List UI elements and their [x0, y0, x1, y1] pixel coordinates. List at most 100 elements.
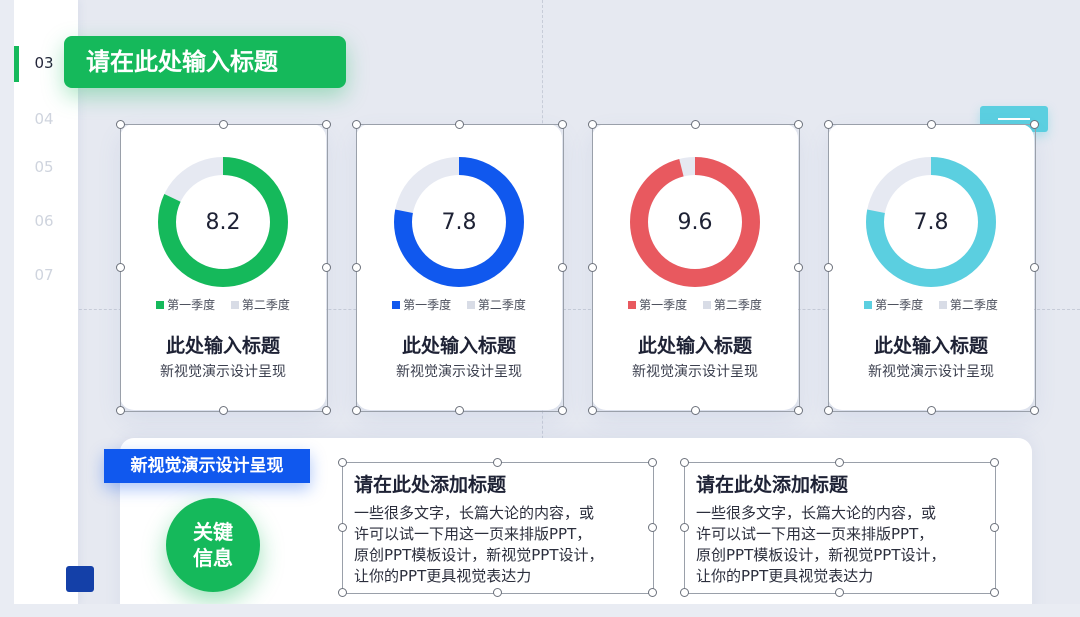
donut-value: 8.2	[206, 210, 241, 235]
resize-handle[interactable]	[648, 588, 657, 597]
resize-handle[interactable]	[648, 523, 657, 532]
resize-handle[interactable]	[116, 406, 125, 415]
resize-handle[interactable]	[116, 263, 125, 272]
legend-swatch	[466, 300, 475, 309]
resize-handle[interactable]	[1030, 406, 1039, 415]
resize-handle[interactable]	[990, 523, 999, 532]
legend-label: 第二季度	[949, 298, 998, 312]
resize-handle[interactable]	[352, 406, 361, 415]
donut-value: 7.8	[442, 210, 477, 235]
resize-handle[interactable]	[352, 263, 361, 272]
resize-handle[interactable]	[794, 263, 803, 272]
legend-label: 第一季度	[639, 298, 688, 312]
card-subtitle[interactable]: 新视觉演示设计呈现	[356, 361, 562, 381]
resize-handle[interactable]	[352, 120, 361, 129]
resize-handle[interactable]	[835, 458, 844, 467]
kpi-card[interactable]: 7.8 第一季度 第二季度 此处输入标题 新视觉演示设计呈现	[828, 124, 1034, 410]
resize-handle[interactable]	[927, 120, 936, 129]
block-title[interactable]: 请在此处添加标题	[354, 470, 506, 497]
resize-handle[interactable]	[648, 458, 657, 467]
legend-swatch	[864, 300, 873, 309]
donut-value: 9.6	[678, 210, 713, 235]
resize-handle[interactable]	[588, 120, 597, 129]
donut-value: 7.8	[914, 210, 949, 235]
chart-legend: 第一季度 第二季度	[120, 296, 326, 313]
page-number-item[interactable]: 04	[22, 110, 66, 128]
resize-handle[interactable]	[322, 120, 331, 129]
legend-swatch	[702, 300, 711, 309]
page-number-item[interactable]: 06	[22, 212, 66, 230]
card-subtitle[interactable]: 新视觉演示设计呈现	[120, 361, 326, 381]
resize-handle[interactable]	[322, 263, 331, 272]
page-sidebar: 03 04 05 06 07	[14, 0, 78, 604]
legend-label: 第二季度	[713, 298, 762, 312]
resize-handle[interactable]	[493, 458, 502, 467]
resize-handle[interactable]	[493, 588, 502, 597]
resize-handle[interactable]	[990, 588, 999, 597]
body-line: 让你的PPT更具视觉表达力	[696, 567, 874, 585]
kpi-card[interactable]: 7.8 第一季度 第二季度 此处输入标题 新视觉演示设计呈现	[356, 124, 562, 410]
key-info-circle[interactable]: 关键 信息	[166, 498, 260, 592]
resize-handle[interactable]	[824, 120, 833, 129]
resize-handle[interactable]	[835, 588, 844, 597]
resize-handle[interactable]	[558, 406, 567, 415]
resize-handle[interactable]	[691, 120, 700, 129]
resize-handle[interactable]	[558, 120, 567, 129]
resize-handle[interactable]	[116, 120, 125, 129]
resize-handle[interactable]	[1030, 263, 1039, 272]
donut-chart: 8.2	[158, 157, 288, 287]
legend-swatch	[628, 300, 637, 309]
page-number-item[interactable]: 05	[22, 158, 66, 176]
resize-handle[interactable]	[219, 120, 228, 129]
chart-legend: 第一季度 第二季度	[592, 296, 798, 313]
block-body[interactable]: 一些很多文字，长篇大论的内容，或 许可以试一下用这一页来排版PPT， 原创PPT…	[696, 503, 996, 587]
body-line: 原创PPT模板设计，新视觉PPT设计，	[354, 546, 604, 564]
resize-handle[interactable]	[824, 406, 833, 415]
decorative-badge[interactable]	[66, 566, 94, 592]
block-title[interactable]: 请在此处添加标题	[696, 470, 848, 497]
resize-handle[interactable]	[990, 458, 999, 467]
resize-handle[interactable]	[338, 523, 347, 532]
resize-handle[interactable]	[588, 406, 597, 415]
body-line: 一些很多文字，长篇大论的内容，或	[696, 504, 937, 522]
resize-handle[interactable]	[455, 406, 464, 415]
page-number-active[interactable]: 03	[22, 54, 66, 72]
resize-handle[interactable]	[338, 458, 347, 467]
resize-handle[interactable]	[680, 588, 689, 597]
key-info-line: 关键	[193, 520, 233, 544]
resize-handle[interactable]	[1030, 120, 1039, 129]
slide-canvas[interactable]: 03 04 05 06 07 请在此处输入标题 8.2 第一季度 第二季度 此处…	[14, 0, 1080, 604]
donut-chart: 9.6	[630, 157, 760, 287]
page-title[interactable]: 请在此处输入标题	[64, 36, 346, 88]
resize-handle[interactable]	[219, 406, 228, 415]
section-banner[interactable]: 新视觉演示设计呈现	[104, 449, 310, 483]
card-subtitle[interactable]: 新视觉演示设计呈现	[828, 361, 1034, 381]
body-line: 一些很多文字，长篇大论的内容，或	[354, 504, 595, 522]
block-body[interactable]: 一些很多文字，长篇大论的内容，或 许可以试一下用这一页来排版PPT， 原创PPT…	[354, 503, 654, 587]
resize-handle[interactable]	[558, 263, 567, 272]
card-subtitle[interactable]: 新视觉演示设计呈现	[592, 361, 798, 381]
card-title[interactable]: 此处输入标题	[592, 331, 798, 358]
resize-handle[interactable]	[794, 120, 803, 129]
resize-handle[interactable]	[824, 263, 833, 272]
chart-legend: 第一季度 第二季度	[828, 296, 1034, 313]
resize-handle[interactable]	[927, 406, 936, 415]
resize-handle[interactable]	[338, 588, 347, 597]
card-title[interactable]: 此处输入标题	[120, 331, 326, 358]
kpi-card[interactable]: 9.6 第一季度 第二季度 此处输入标题 新视觉演示设计呈现	[592, 124, 798, 410]
resize-handle[interactable]	[794, 406, 803, 415]
donut-chart: 7.8	[866, 157, 996, 287]
body-line: 许可以试一下用这一页来排版PPT，	[696, 525, 934, 543]
legend-label: 第二季度	[241, 298, 290, 312]
kpi-card[interactable]: 8.2 第一季度 第二季度 此处输入标题 新视觉演示设计呈现	[120, 124, 326, 410]
resize-handle[interactable]	[691, 406, 700, 415]
resize-handle[interactable]	[680, 523, 689, 532]
resize-handle[interactable]	[455, 120, 464, 129]
page-number-item[interactable]: 07	[22, 266, 66, 284]
card-title[interactable]: 此处输入标题	[828, 331, 1034, 358]
resize-handle[interactable]	[680, 458, 689, 467]
legend-swatch	[230, 300, 239, 309]
resize-handle[interactable]	[322, 406, 331, 415]
card-title[interactable]: 此处输入标题	[356, 331, 562, 358]
resize-handle[interactable]	[588, 263, 597, 272]
